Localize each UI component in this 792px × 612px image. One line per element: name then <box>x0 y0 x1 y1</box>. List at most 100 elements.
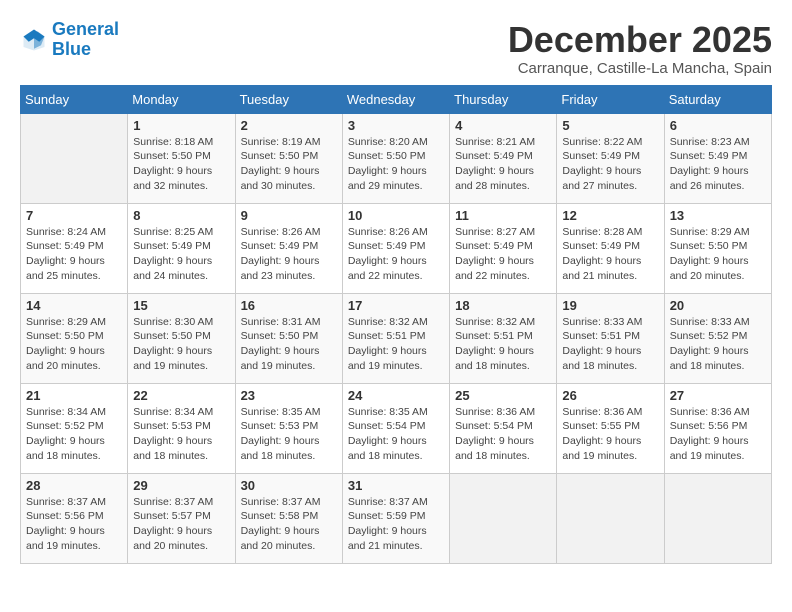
location: Carranque, Castille-La Mancha, Spain <box>508 60 772 77</box>
calendar-day-cell: 9Sunrise: 8:26 AM Sunset: 5:49 PM Daylig… <box>235 203 342 293</box>
day-info: Sunrise: 8:25 AM Sunset: 5:49 PM Dayligh… <box>133 225 229 284</box>
calendar-day-cell: 16 Sunrise: 8:31 AM Sunset: 5:50 PM Dayli… <box>235 293 342 383</box>
calendar-day-cell <box>450 473 557 563</box>
day-number: 23 <box>241 388 337 403</box>
weekday-header-cell: Wednesday <box>342 85 449 113</box>
weekday-header-cell: Saturday <box>664 85 771 113</box>
calendar-day-cell: 21 Sunrise: 8:34 AM Sunset: 5:52 PM Dayli… <box>21 383 128 473</box>
day-number: 21 <box>26 388 122 403</box>
calendar-day-cell: 14Sunrise: 8:29 AM Sunset: 5:50 PM Dayli… <box>21 293 128 383</box>
title-block: December 2025 Carranque, Castille-La Man… <box>508 20 772 77</box>
day-number: 18 <box>455 298 551 313</box>
day-number: 7 <box>26 208 122 223</box>
calendar-day-cell: 20Sunrise: 8:33 AM Sunset: 5:52 PM Dayli… <box>664 293 771 383</box>
day-info: Sunrise: 8:32 AM Sunset: 5:51 PM Dayligh… <box>348 315 444 374</box>
day-number: 31 <box>348 478 444 493</box>
page-header: General Blue December 2025 Carranque, Ca… <box>20 20 772 77</box>
day-number: 28 <box>26 478 122 493</box>
day-number: 17 <box>348 298 444 313</box>
calendar-week-row: 21 Sunrise: 8:34 AM Sunset: 5:52 PM Dayli… <box>21 383 772 473</box>
calendar-week-row: 1 Sunrise: 8:18 AM Sunset: 5:50 PM Daylig… <box>21 113 772 203</box>
day-number: 11 <box>455 208 551 223</box>
day-info: Sunrise: 8:29 AM Sunset: 5:50 PM Dayligh… <box>670 225 766 284</box>
day-info: Sunrise: 8:34 AM Sunset: 5:53 PM Dayligh… <box>133 405 229 464</box>
day-info: Sunrise: 8:36 AM Sunset: 5:55 PM Dayligh… <box>562 405 658 464</box>
calendar-day-cell: 2 Sunrise: 8:19 AM Sunset: 5:50 PM Daylig… <box>235 113 342 203</box>
day-number: 25 <box>455 388 551 403</box>
day-info: Sunrise: 8:31 AM Sunset: 5:50 PM Dayligh… <box>241 315 337 374</box>
day-info: Sunrise: 8:26 AM Sunset: 5:49 PM Dayligh… <box>241 225 337 284</box>
day-info: Sunrise: 8:20 AM Sunset: 5:50 PM Dayligh… <box>348 135 444 194</box>
calendar-day-cell: 22Sunrise: 8:34 AM Sunset: 5:53 PM Dayli… <box>128 383 235 473</box>
calendar-day-cell: 23 Sunrise: 8:35 AM Sunset: 5:53 PM Dayli… <box>235 383 342 473</box>
calendar-day-cell: 4 Sunrise: 8:21 AM Sunset: 5:49 PM Daylig… <box>450 113 557 203</box>
calendar-table: SundayMondayTuesdayWednesdayThursdayFrid… <box>20 85 772 564</box>
logo-text: General Blue <box>52 20 119 60</box>
day-info: Sunrise: 8:29 AM Sunset: 5:50 PM Dayligh… <box>26 315 122 374</box>
day-number: 26 <box>562 388 658 403</box>
calendar-day-cell: 13 Sunrise: 8:29 AM Sunset: 5:50 PM Dayli… <box>664 203 771 293</box>
calendar-week-row: 14Sunrise: 8:29 AM Sunset: 5:50 PM Dayli… <box>21 293 772 383</box>
day-number: 30 <box>241 478 337 493</box>
weekday-header-cell: Tuesday <box>235 85 342 113</box>
day-number: 13 <box>670 208 766 223</box>
day-number: 20 <box>670 298 766 313</box>
logo-icon <box>20 26 48 54</box>
day-info: Sunrise: 8:19 AM Sunset: 5:50 PM Dayligh… <box>241 135 337 194</box>
day-number: 6 <box>670 118 766 133</box>
day-info: Sunrise: 8:33 AM Sunset: 5:51 PM Dayligh… <box>562 315 658 374</box>
day-info: Sunrise: 8:36 AM Sunset: 5:54 PM Dayligh… <box>455 405 551 464</box>
calendar-day-cell: 27Sunrise: 8:36 AM Sunset: 5:56 PM Dayli… <box>664 383 771 473</box>
calendar-day-cell: 24 Sunrise: 8:35 AM Sunset: 5:54 PM Dayli… <box>342 383 449 473</box>
day-number: 12 <box>562 208 658 223</box>
calendar-day-cell: 6 Sunrise: 8:23 AM Sunset: 5:49 PM Daylig… <box>664 113 771 203</box>
day-info: Sunrise: 8:21 AM Sunset: 5:49 PM Dayligh… <box>455 135 551 194</box>
day-info: Sunrise: 8:36 AM Sunset: 5:56 PM Dayligh… <box>670 405 766 464</box>
day-info: Sunrise: 8:37 AM Sunset: 5:58 PM Dayligh… <box>241 495 337 554</box>
day-info: Sunrise: 8:34 AM Sunset: 5:52 PM Dayligh… <box>26 405 122 464</box>
logo: General Blue <box>20 20 119 60</box>
calendar-day-cell: 1 Sunrise: 8:18 AM Sunset: 5:50 PM Daylig… <box>128 113 235 203</box>
calendar-week-row: 7Sunrise: 8:24 AM Sunset: 5:49 PM Daylig… <box>21 203 772 293</box>
day-info: Sunrise: 8:35 AM Sunset: 5:53 PM Dayligh… <box>241 405 337 464</box>
day-info: Sunrise: 8:30 AM Sunset: 5:50 PM Dayligh… <box>133 315 229 374</box>
calendar-day-cell: 26 Sunrise: 8:36 AM Sunset: 5:55 PM Dayli… <box>557 383 664 473</box>
calendar-day-cell: 30 Sunrise: 8:37 AM Sunset: 5:58 PM Dayli… <box>235 473 342 563</box>
day-info: Sunrise: 8:27 AM Sunset: 5:49 PM Dayligh… <box>455 225 551 284</box>
day-number: 4 <box>455 118 551 133</box>
weekday-header-row: SundayMondayTuesdayWednesdayThursdayFrid… <box>21 85 772 113</box>
day-info: Sunrise: 8:35 AM Sunset: 5:54 PM Dayligh… <box>348 405 444 464</box>
calendar-day-cell: 28 Sunrise: 8:37 AM Sunset: 5:56 PM Dayli… <box>21 473 128 563</box>
day-number: 2 <box>241 118 337 133</box>
day-info: Sunrise: 8:32 AM Sunset: 5:51 PM Dayligh… <box>455 315 551 374</box>
day-info: Sunrise: 8:23 AM Sunset: 5:49 PM Dayligh… <box>670 135 766 194</box>
calendar-day-cell <box>21 113 128 203</box>
calendar-day-cell: 15 Sunrise: 8:30 AM Sunset: 5:50 PM Dayli… <box>128 293 235 383</box>
calendar-day-cell: 17 Sunrise: 8:32 AM Sunset: 5:51 PM Dayli… <box>342 293 449 383</box>
calendar-day-cell: 10 Sunrise: 8:26 AM Sunset: 5:49 PM Dayli… <box>342 203 449 293</box>
day-info: Sunrise: 8:37 AM Sunset: 5:56 PM Dayligh… <box>26 495 122 554</box>
calendar-day-cell: 18 Sunrise: 8:32 AM Sunset: 5:51 PM Dayli… <box>450 293 557 383</box>
day-number: 16 <box>241 298 337 313</box>
day-number: 29 <box>133 478 229 493</box>
calendar-week-row: 28 Sunrise: 8:37 AM Sunset: 5:56 PM Dayli… <box>21 473 772 563</box>
month-title: December 2025 <box>508 20 772 60</box>
day-number: 5 <box>562 118 658 133</box>
calendar-day-cell: 31Sunrise: 8:37 AM Sunset: 5:59 PM Dayli… <box>342 473 449 563</box>
day-number: 15 <box>133 298 229 313</box>
day-number: 3 <box>348 118 444 133</box>
calendar-day-cell <box>664 473 771 563</box>
weekday-header-cell: Sunday <box>21 85 128 113</box>
weekday-header-cell: Friday <box>557 85 664 113</box>
day-number: 1 <box>133 118 229 133</box>
calendar-day-cell <box>557 473 664 563</box>
day-number: 24 <box>348 388 444 403</box>
calendar-day-cell: 11 Sunrise: 8:27 AM Sunset: 5:49 PM Dayli… <box>450 203 557 293</box>
day-info: Sunrise: 8:18 AM Sunset: 5:50 PM Dayligh… <box>133 135 229 194</box>
day-info: Sunrise: 8:26 AM Sunset: 5:49 PM Dayligh… <box>348 225 444 284</box>
day-info: Sunrise: 8:28 AM Sunset: 5:49 PM Dayligh… <box>562 225 658 284</box>
calendar-day-cell: 29Sunrise: 8:37 AM Sunset: 5:57 PM Dayli… <box>128 473 235 563</box>
calendar-day-cell: 12 Sunrise: 8:28 AM Sunset: 5:49 PM Dayli… <box>557 203 664 293</box>
day-number: 10 <box>348 208 444 223</box>
calendar-day-cell: 8Sunrise: 8:25 AM Sunset: 5:49 PM Daylig… <box>128 203 235 293</box>
